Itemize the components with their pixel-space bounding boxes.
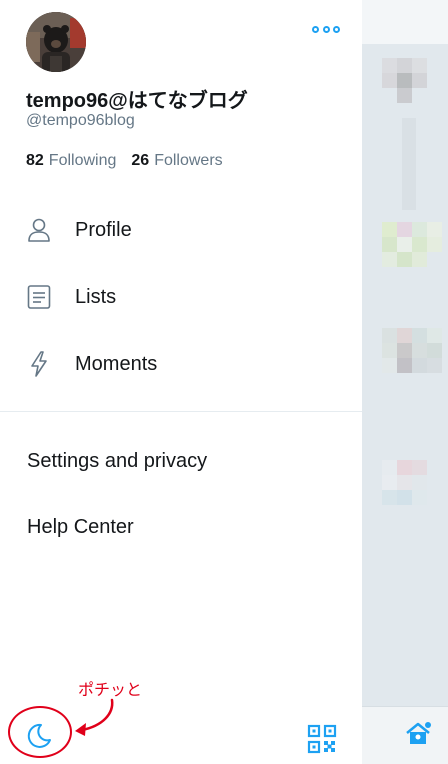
help-center-label: Help Center bbox=[27, 515, 134, 538]
annotation-circle bbox=[8, 706, 72, 758]
background-tweet-thumbnail bbox=[382, 460, 442, 505]
settings-and-privacy-link[interactable]: Settings and privacy bbox=[0, 437, 362, 485]
list-icon bbox=[27, 284, 51, 310]
background-tweet-thumbnail bbox=[382, 58, 442, 103]
following-count: 82 bbox=[26, 152, 44, 169]
qr-code-icon bbox=[307, 724, 337, 754]
followers-count: 26 bbox=[131, 152, 150, 169]
user-handle[interactable]: @tempo96blog bbox=[26, 112, 135, 130]
background-tweet-thumbnail bbox=[382, 328, 442, 373]
annotation-arrow bbox=[75, 698, 114, 736]
home-icon[interactable] bbox=[404, 720, 432, 748]
help-center-link[interactable]: Help Center bbox=[0, 503, 362, 551]
background-tweet-line bbox=[402, 118, 416, 210]
following-label: Following bbox=[48, 152, 117, 169]
settings-label: Settings and privacy bbox=[27, 449, 208, 472]
menu-item-label: Lists bbox=[75, 285, 117, 308]
followers-label: Followers bbox=[154, 152, 223, 169]
avatar-image bbox=[26, 12, 86, 72]
background-tweet-thumbnail bbox=[382, 222, 442, 267]
more-options-icon[interactable] bbox=[312, 22, 340, 36]
avatar[interactable] bbox=[26, 12, 86, 72]
menu-item-moments[interactable]: Moments bbox=[0, 339, 362, 389]
lightning-icon bbox=[27, 351, 51, 377]
menu-item-profile[interactable]: Profile bbox=[0, 205, 362, 255]
follow-stats: 82 Following 26 Followers bbox=[26, 152, 223, 170]
display-name[interactable]: tempo96@はてなブログ bbox=[26, 84, 248, 113]
background-header bbox=[362, 0, 448, 44]
menu-item-label: Moments bbox=[75, 352, 158, 375]
menu-item-label: Profile bbox=[75, 218, 132, 241]
following-link[interactable]: 82 Following bbox=[26, 152, 116, 170]
qr-code-button[interactable] bbox=[307, 724, 337, 754]
menu-divider bbox=[0, 411, 362, 412]
side-drawer: tempo96@はてなブログ @tempo96blog 82 Following … bbox=[0, 0, 362, 764]
followers-link[interactable]: 26 Followers bbox=[131, 152, 222, 170]
menu-item-lists[interactable]: Lists bbox=[0, 272, 362, 322]
person-icon bbox=[27, 217, 51, 243]
background-timeline bbox=[362, 0, 448, 764]
annotation-text: ポチッと bbox=[78, 682, 143, 699]
